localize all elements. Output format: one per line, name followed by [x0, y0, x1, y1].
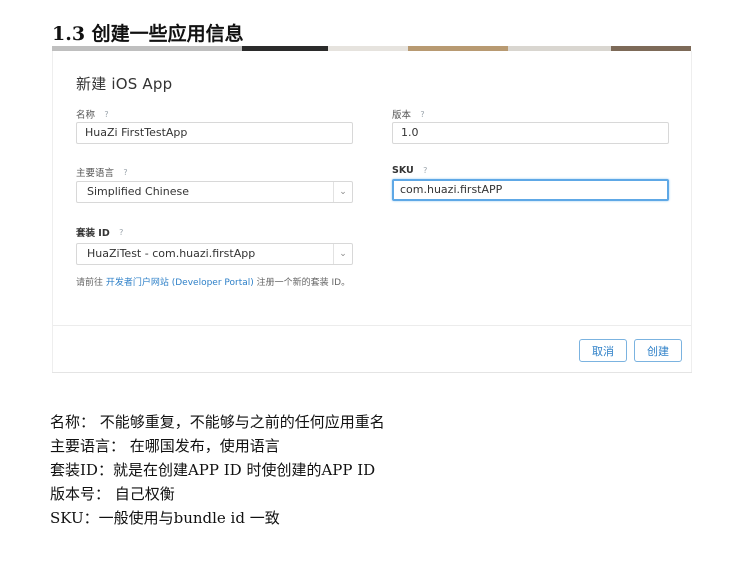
- dialog-bottom-edge: [52, 372, 692, 373]
- notes-list: 名称： 不能够重复，不能够与之前的任何应用重名 主要语言： 在哪国发布，使用语言…: [50, 410, 385, 530]
- help-icon[interactable]: ?: [116, 227, 127, 238]
- bundle-id-select[interactable]: HuaZiTest - com.huazi.firstApp ⌄: [76, 243, 353, 265]
- language-label: 主要语言 ?: [76, 165, 131, 180]
- note-prefix: 请前往: [76, 278, 106, 288]
- new-ios-app-dialog: 新建 iOS App 名称 ? HuaZi FirstTestApp 版本 ? …: [52, 51, 692, 373]
- help-icon[interactable]: ?: [420, 165, 431, 176]
- help-icon[interactable]: ?: [417, 109, 428, 120]
- chevron-down-icon: ⌄: [333, 244, 352, 264]
- note-line: 主要语言： 在哪国发布，使用语言: [50, 437, 280, 455]
- version-label: 版本 ?: [392, 107, 428, 122]
- dialog-divider: [53, 325, 691, 326]
- help-icon[interactable]: ?: [120, 167, 131, 178]
- note-line: 版本号： 自己权衡: [50, 485, 175, 503]
- note-suffix: 注册一个新的套装 ID。: [253, 278, 351, 288]
- name-label: 名称 ?: [76, 107, 112, 122]
- cancel-button[interactable]: 取消: [579, 339, 627, 362]
- sku-label: SKU ?: [392, 165, 431, 176]
- bundle-id-value: HuaZiTest - com.huazi.firstApp: [87, 247, 256, 260]
- primary-language-value: Simplified Chinese: [87, 185, 189, 198]
- note-line: 套装ID：就是在创建APP ID 时使创建的APP ID: [50, 461, 376, 479]
- bundle-id-label-text: 套装 ID: [76, 228, 110, 239]
- chevron-down-icon: ⌄: [333, 182, 352, 202]
- document-heading: 1.3 创建一些应用信息: [52, 23, 244, 45]
- language-label-text: 主要语言: [76, 168, 115, 179]
- version-label-text: 版本: [392, 110, 412, 121]
- bundle-id-note: 请前往 开发者门户网站 (Developer Portal) 注册一个新的套装 …: [76, 277, 356, 289]
- sku-input[interactable]: com.huazi.firstAPP: [392, 179, 669, 201]
- note-line: 名称： 不能够重复，不能够与之前的任何应用重名: [50, 413, 385, 431]
- name-label-text: 名称: [76, 110, 96, 121]
- primary-language-select[interactable]: Simplified Chinese ⌄: [76, 181, 353, 203]
- sku-label-text: SKU: [392, 165, 414, 176]
- dialog-title: 新建 iOS App: [76, 75, 173, 93]
- version-input[interactable]: 1.0: [392, 122, 669, 144]
- note-line: SKU：一般使用与bundle id 一致: [50, 509, 280, 527]
- app-name-input[interactable]: HuaZi FirstTestApp: [76, 122, 353, 144]
- bundle-id-label: 套装 ID ?: [76, 225, 127, 240]
- help-icon[interactable]: ?: [101, 109, 112, 120]
- create-button[interactable]: 创建: [634, 339, 682, 362]
- developer-portal-link[interactable]: 开发者门户网站 (Developer Portal): [106, 278, 254, 288]
